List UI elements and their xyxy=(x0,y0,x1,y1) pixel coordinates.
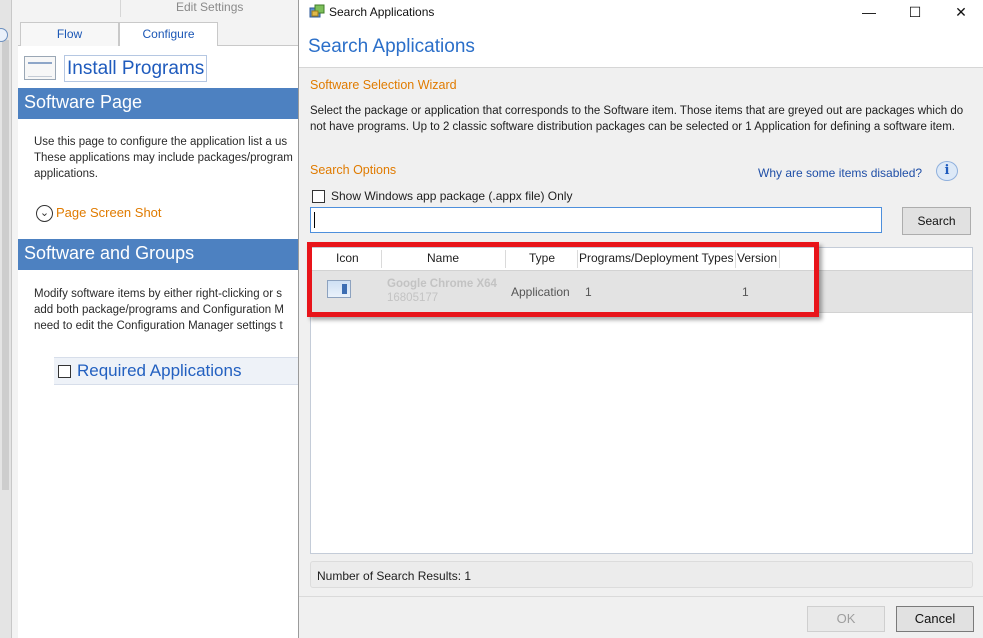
install-programs-title[interactable]: Install Programs xyxy=(64,55,208,82)
search-options-title: Search Options xyxy=(310,163,397,177)
description-line: Use this page to configure the applicati… xyxy=(34,136,288,148)
edit-settings-label: Edit Settings xyxy=(120,0,300,17)
required-applications-item[interactable]: Required Applications xyxy=(54,357,300,385)
chevron-down-icon: ⌄ xyxy=(36,205,53,223)
close-button[interactable]: ✕ xyxy=(938,0,983,26)
software-groups-header: Software and Groups xyxy=(18,239,300,270)
left-scroll-strip[interactable] xyxy=(0,0,12,638)
text-caret xyxy=(314,212,315,228)
dialog-header-title: Search Applications xyxy=(308,36,475,57)
instructions-text: Select the package or application that c… xyxy=(310,105,964,133)
required-applications-label: Required Applications xyxy=(77,361,242,380)
software-page-description: Use this page to configure the applicati… xyxy=(34,134,300,182)
app-icon xyxy=(309,4,325,18)
install-programs-icon xyxy=(24,56,56,80)
tab-strip: Flow Configure xyxy=(18,18,300,47)
appx-only-label: Show Windows app package (.appx file) On… xyxy=(331,189,573,203)
wizard-title: Software Selection Wizard xyxy=(310,78,457,92)
software-groups-description: Modify software items by either right-cl… xyxy=(34,286,300,334)
description-line: These applications may include packages/… xyxy=(34,152,293,164)
scrollbar-thumb[interactable] xyxy=(2,40,9,490)
software-page-header: Software Page xyxy=(18,88,300,119)
dialog-header: Search Applications xyxy=(299,26,983,68)
description-line: Modify software items by either right-cl… xyxy=(34,288,282,300)
background-app: Edit Settings Flow Configure Install Pro… xyxy=(0,0,300,638)
title-bar[interactable]: Search Applications — ☐ ✕ xyxy=(299,0,983,26)
description-line: need to edit the Configuration Manager s… xyxy=(34,320,283,332)
page-screenshot-label: Page Screen Shot xyxy=(56,205,162,220)
description-line: add both package/programs and Configurat… xyxy=(34,304,284,316)
maximize-button[interactable]: ☐ xyxy=(892,0,938,26)
results-count-bar: Number of Search Results: 1 xyxy=(310,561,973,588)
dialog-footer: OK Cancel xyxy=(299,596,983,638)
tab-configure[interactable]: Configure xyxy=(119,22,218,47)
why-disabled-link[interactable]: Why are some items disabled? xyxy=(758,166,922,180)
appx-only-checkbox[interactable] xyxy=(312,190,325,203)
cancel-button[interactable]: Cancel xyxy=(896,606,974,632)
tab-flow[interactable]: Flow xyxy=(20,22,119,47)
required-applications-checkbox[interactable] xyxy=(58,365,71,378)
ok-button[interactable]: OK xyxy=(807,606,885,632)
configure-panel: Install Programs Software Page Use this … xyxy=(18,46,300,638)
search-applications-dialog: Search Applications — ☐ ✕ Search Applica… xyxy=(298,0,983,638)
description-line: applications. xyxy=(34,168,98,180)
page-screenshot-link[interactable]: ⌄ Page Screen Shot xyxy=(36,204,162,223)
annotation-highlight-box xyxy=(307,242,819,317)
minimize-button[interactable]: — xyxy=(846,0,892,26)
results-count: Number of Search Results: 1 xyxy=(317,569,472,583)
window-title: Search Applications xyxy=(329,5,435,19)
search-button[interactable]: Search xyxy=(902,207,971,235)
info-icon[interactable]: i xyxy=(936,161,958,181)
search-input[interactable] xyxy=(310,207,882,233)
